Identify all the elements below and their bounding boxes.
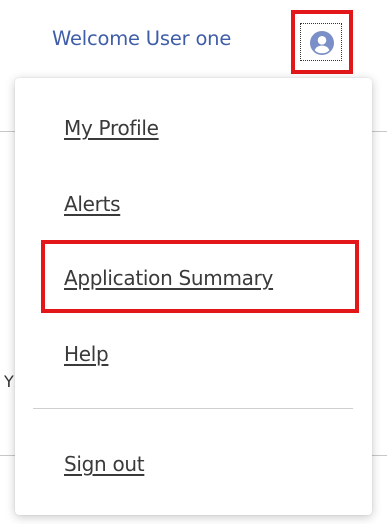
background-divider-bottom: [0, 455, 15, 456]
menu-item-my-profile[interactable]: My Profile: [64, 116, 159, 140]
background-divider-top: [0, 131, 15, 132]
welcome-text: Welcome User one: [52, 27, 232, 50]
menu-item-help[interactable]: Help: [64, 342, 109, 366]
background-divider-top-right: [372, 131, 387, 132]
application-summary-highlight: [41, 240, 359, 313]
menu-item-sign-out[interactable]: Sign out: [64, 452, 145, 476]
menu-item-alerts[interactable]: Alerts: [64, 192, 121, 216]
background-divider-bottom-right: [372, 455, 387, 456]
user-button-highlight: [291, 10, 353, 74]
background-partial-text: Y: [4, 372, 14, 391]
menu-divider: [33, 408, 353, 409]
